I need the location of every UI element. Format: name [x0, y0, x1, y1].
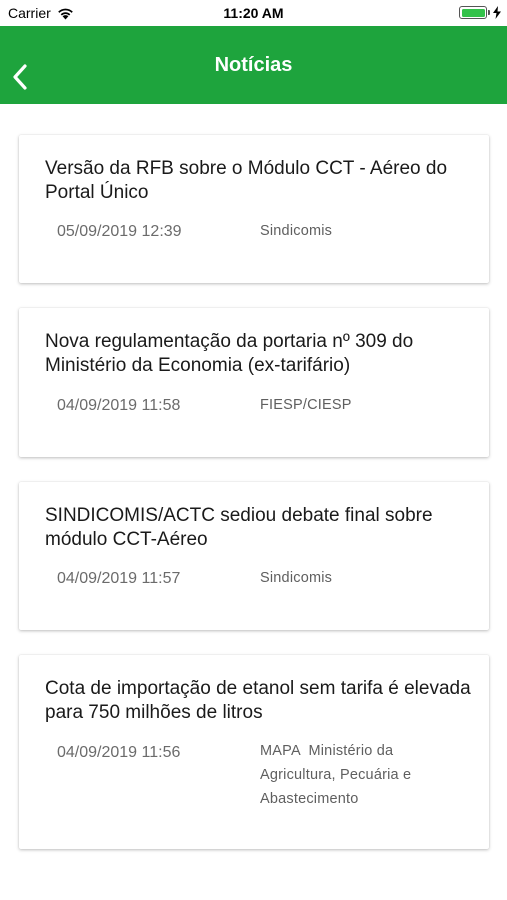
news-headline: Cota de importação de etanol sem tarifa … [45, 678, 471, 723]
news-headline: Nova regulamentação da portaria nº 309 d… [45, 331, 414, 376]
news-source: MAPA Ministério da Agricultura, Pecuária… [260, 743, 415, 807]
charging-bolt-icon [493, 6, 501, 19]
news-date: 04/09/2019 11:56 [57, 744, 181, 761]
navigation-bar: Notícias [0, 26, 507, 104]
battery-indicator [459, 6, 501, 19]
news-headline: Versão da RFB sobre o Módulo CCT - Aéreo… [45, 158, 448, 203]
news-headline: SINDICOMIS/ACTC sediou debate final sobr… [45, 505, 433, 550]
news-card[interactable]: SINDICOMIS/ACTC sediou debate final sobr… [19, 482, 489, 630]
battery-icon [459, 6, 487, 19]
page-title: Notícias [214, 53, 293, 76]
status-time: 11:20 AM [223, 5, 284, 21]
news-date: 05/09/2019 12:39 [57, 223, 182, 240]
news-card[interactable]: Cota de importação de etanol sem tarifa … [19, 655, 489, 849]
news-source: Sindicomis [260, 570, 333, 586]
news-source: Sindicomis [260, 223, 333, 239]
news-date: 04/09/2019 11:57 [57, 570, 181, 587]
news-date: 04/09/2019 11:58 [57, 397, 181, 414]
news-source: FIESP/CIESP [260, 397, 352, 413]
news-card[interactable]: Versão da RFB sobre o Módulo CCT - Aéreo… [19, 135, 489, 283]
news-card[interactable]: Nova regulamentação da portaria nº 309 d… [19, 308, 489, 457]
status-bar: Carrier 11:20 AM [0, 0, 507, 26]
